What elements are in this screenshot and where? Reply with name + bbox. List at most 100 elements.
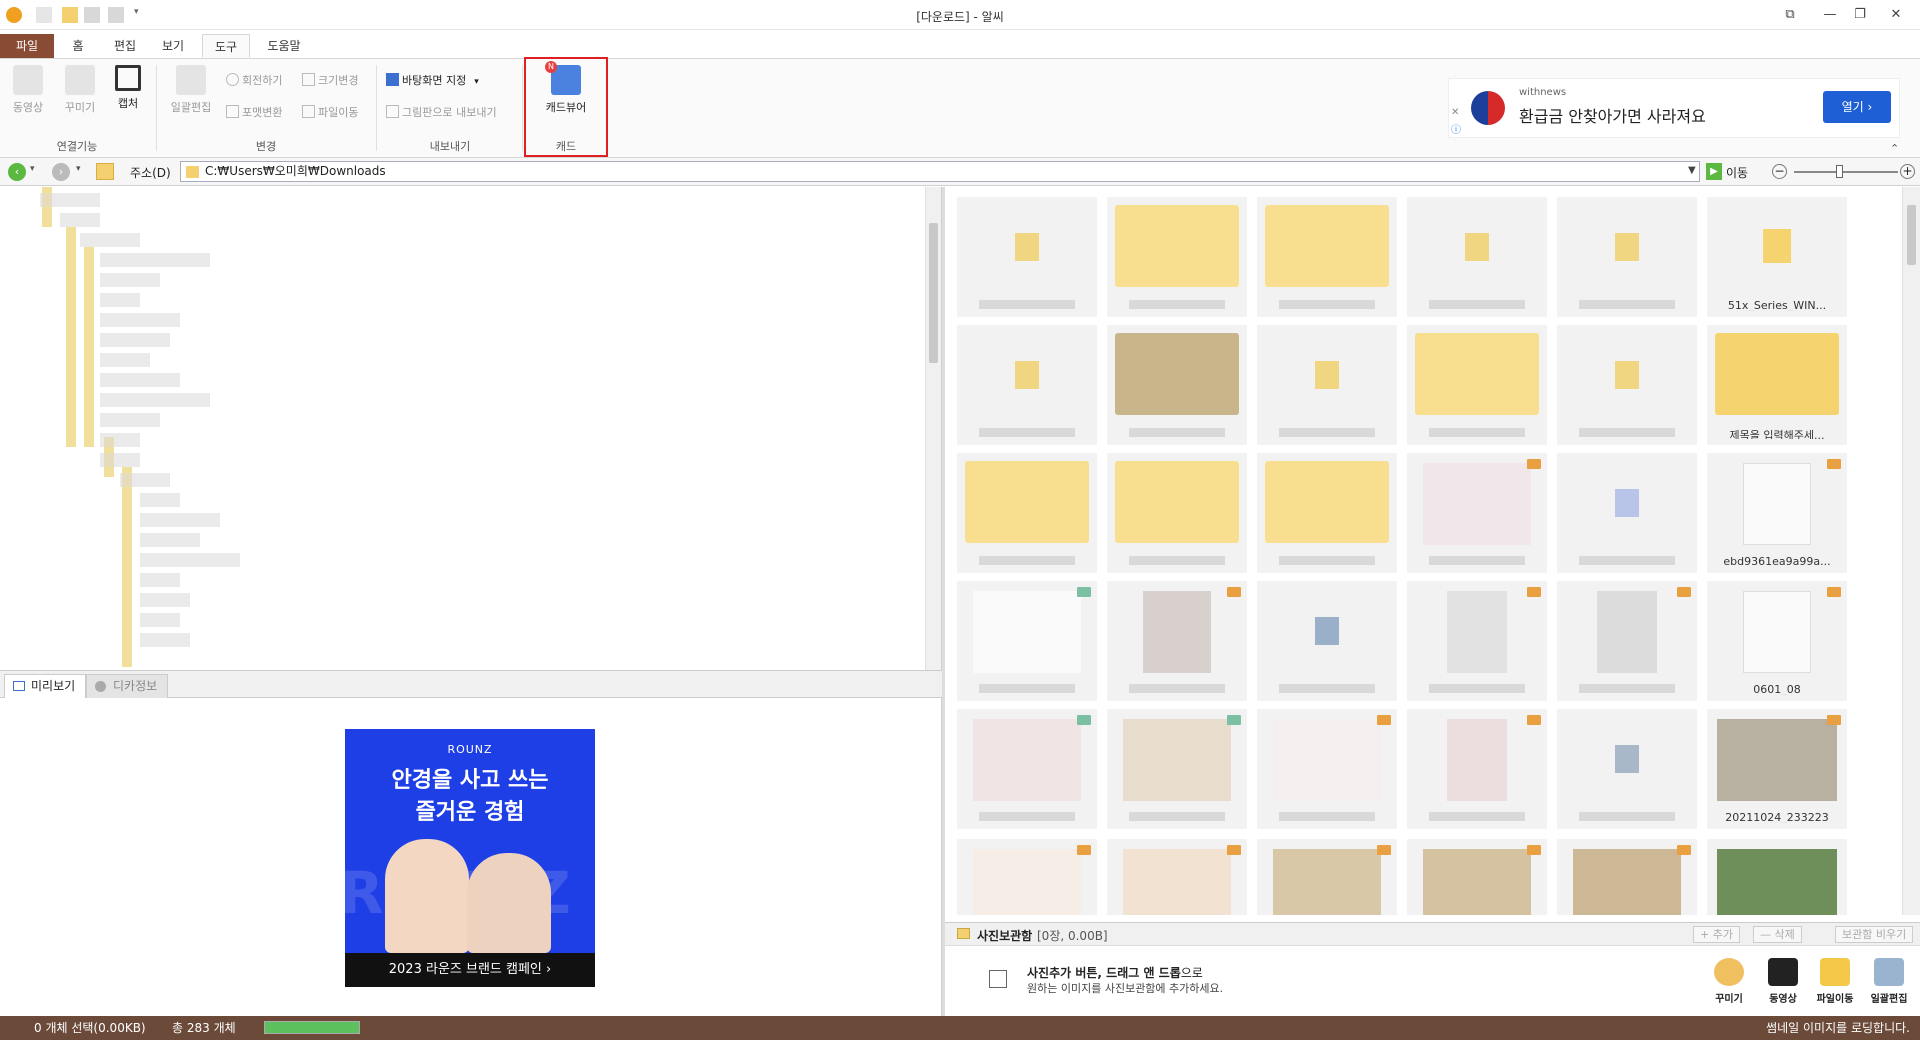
go-button[interactable]: 이동 — [1726, 164, 1748, 181]
tab-view[interactable]: 보기 — [158, 34, 188, 58]
thumbnail-scrollbar-thumb[interactable] — [1907, 205, 1916, 265]
photo-storage-body[interactable]: 사진추가 버튼, 드래그 앤 드롭으로 원하는 이미지를 사진보관함에 추가하세… — [945, 946, 1920, 1016]
tree-item[interactable] — [140, 493, 180, 507]
capture-button[interactable]: 캡처 — [108, 65, 148, 111]
tab-help[interactable]: 도움말 — [262, 34, 306, 58]
thumbnail-item[interactable] — [1557, 581, 1697, 701]
thumbnail-item[interactable] — [1107, 839, 1247, 915]
set-wallpaper-button[interactable]: 바탕화면 지정 ▾ — [386, 71, 479, 91]
tree-item[interactable] — [140, 593, 190, 607]
thumbnail-item[interactable]: 51x_Series_WIN... — [1707, 197, 1847, 317]
tree-item[interactable] — [40, 193, 100, 207]
thumbnail-item[interactable] — [1257, 453, 1397, 573]
tab-edit[interactable]: 편집 — [110, 34, 140, 58]
window-extra-button[interactable]: ⧉ — [1772, 4, 1808, 26]
ribbon-collapse-icon[interactable]: ⌃ — [1890, 142, 1899, 155]
tree-scrollbar-thumb[interactable] — [929, 223, 938, 363]
thumbnail-item[interactable]: 20211024_233223 — [1707, 709, 1847, 829]
tab-camera-info[interactable]: 디카정보 — [86, 674, 169, 698]
storage-decorate-button[interactable]: 꾸미기 — [1705, 958, 1753, 1005]
batch-edit-button[interactable]: 일괄편집 — [168, 65, 214, 115]
tree-item[interactable] — [140, 573, 180, 587]
tree-scrollbar[interactable] — [925, 187, 941, 670]
up-folder-icon[interactable] — [96, 163, 114, 180]
rotate-button[interactable]: 회전하기 — [226, 71, 282, 91]
zoom-in-icon[interactable]: + — [1900, 164, 1915, 179]
tree-item[interactable] — [140, 513, 220, 527]
tree-item[interactable] — [100, 273, 160, 287]
thumbnail-item[interactable] — [1557, 839, 1697, 915]
forward-dropdown-icon[interactable]: ▾ — [76, 164, 81, 174]
thumbnail-item[interactable] — [1407, 325, 1547, 445]
tree-item[interactable] — [100, 253, 210, 267]
thumbnail-item[interactable] — [1407, 197, 1547, 317]
thumbnail-item[interactable] — [1707, 839, 1847, 915]
tree-item[interactable] — [100, 353, 150, 367]
tree-item[interactable] — [60, 213, 100, 227]
thumbnail-item[interactable] — [957, 839, 1097, 915]
tree-item[interactable] — [80, 233, 140, 247]
storage-batch-edit-button[interactable]: 일괄편집 — [1865, 958, 1913, 1005]
tree-item[interactable] — [100, 333, 170, 347]
tree-item[interactable] — [100, 393, 210, 407]
ad-banner[interactable]: withnews 환급금 안찾아가면 사라져요 열기 › ⓘ ✕ — [1448, 78, 1900, 138]
back-icon[interactable]: ‹ — [8, 163, 26, 181]
file-move-button[interactable]: 파일이동 — [302, 103, 358, 123]
thumbnail-item[interactable] — [1557, 453, 1697, 573]
format-convert-button[interactable]: 포맷변환 — [226, 103, 282, 123]
decorate-button[interactable]: 꾸미기 — [60, 65, 100, 115]
thumbnail-item[interactable] — [1407, 453, 1547, 573]
thumbnail-item[interactable] — [1257, 709, 1397, 829]
storage-video-button[interactable]: 동영상 — [1759, 958, 1807, 1005]
storage-delete-button[interactable]: — 삭제 — [1753, 926, 1802, 943]
storage-file-move-button[interactable]: 파일이동 — [1811, 958, 1859, 1005]
thumbnail-item[interactable] — [1557, 325, 1697, 445]
address-input[interactable]: C:₩Users₩오미희₩Downloads — [180, 161, 1700, 182]
thumbnail-item[interactable] — [957, 453, 1097, 573]
thumbnail-item[interactable] — [1257, 581, 1397, 701]
address-dropdown-icon[interactable]: ▼ — [1688, 165, 1696, 176]
resize-button[interactable]: 크기변경 — [302, 71, 358, 91]
thumbnail-item[interactable]: 제목을 입력해주세... — [1707, 325, 1847, 445]
thumbnail-item[interactable] — [1557, 197, 1697, 317]
tab-file[interactable]: 파일 — [0, 34, 54, 58]
window-restore-button[interactable]: ❐ — [1842, 4, 1878, 26]
tree-item[interactable] — [100, 373, 180, 387]
back-dropdown-icon[interactable]: ▾ — [30, 164, 35, 174]
forward-icon[interactable]: › — [52, 163, 70, 181]
ad-close-icon[interactable]: ✕ — [1451, 107, 1459, 118]
thumbnail-item[interactable] — [957, 581, 1097, 701]
thumbnail-item[interactable] — [1107, 197, 1247, 317]
tab-home[interactable]: 홈 — [66, 34, 90, 58]
thumbnail-item[interactable] — [1407, 581, 1547, 701]
zoom-slider[interactable] — [1794, 171, 1898, 173]
export-paint-button[interactable]: 그림판으로 내보내기 — [386, 103, 497, 123]
thumbnail-item[interactable] — [1407, 709, 1547, 829]
thumbnail-item[interactable] — [957, 197, 1097, 317]
thumbnail-item[interactable] — [1257, 197, 1397, 317]
tree-item[interactable] — [140, 553, 240, 567]
tree-item[interactable] — [100, 453, 140, 467]
thumbnail-item[interactable] — [1107, 709, 1247, 829]
thumbnail-item[interactable] — [1257, 839, 1397, 915]
storage-add-button[interactable]: + 추가 — [1693, 926, 1740, 943]
folder-tree[interactable] — [0, 187, 942, 670]
tree-item[interactable] — [100, 413, 160, 427]
thumbnail-item[interactable]: ebd9361ea9a99a... — [1707, 453, 1847, 573]
tree-item[interactable] — [100, 433, 140, 447]
go-arrow-icon[interactable]: ▶ — [1706, 163, 1722, 180]
tab-tools[interactable]: 도구 — [202, 34, 250, 58]
thumbnail-item[interactable] — [957, 325, 1097, 445]
thumbnail-item[interactable] — [1107, 581, 1247, 701]
thumbnail-scrollbar[interactable] — [1902, 187, 1920, 915]
video-button[interactable]: 동영상 — [8, 65, 48, 115]
zoom-out-icon[interactable]: − — [1772, 164, 1787, 179]
tree-item[interactable] — [140, 613, 180, 627]
tab-preview[interactable]: 미리보기 — [4, 674, 87, 698]
zoom-slider-handle[interactable] — [1836, 165, 1843, 178]
thumbnail-item[interactable] — [1557, 709, 1697, 829]
ad-cta[interactable]: 2023 라운즈 브랜드 캠페인 › — [345, 953, 595, 987]
tree-item[interactable] — [140, 533, 200, 547]
ad-open-button[interactable]: 열기 › — [1823, 91, 1891, 123]
tree-item[interactable] — [140, 633, 190, 647]
